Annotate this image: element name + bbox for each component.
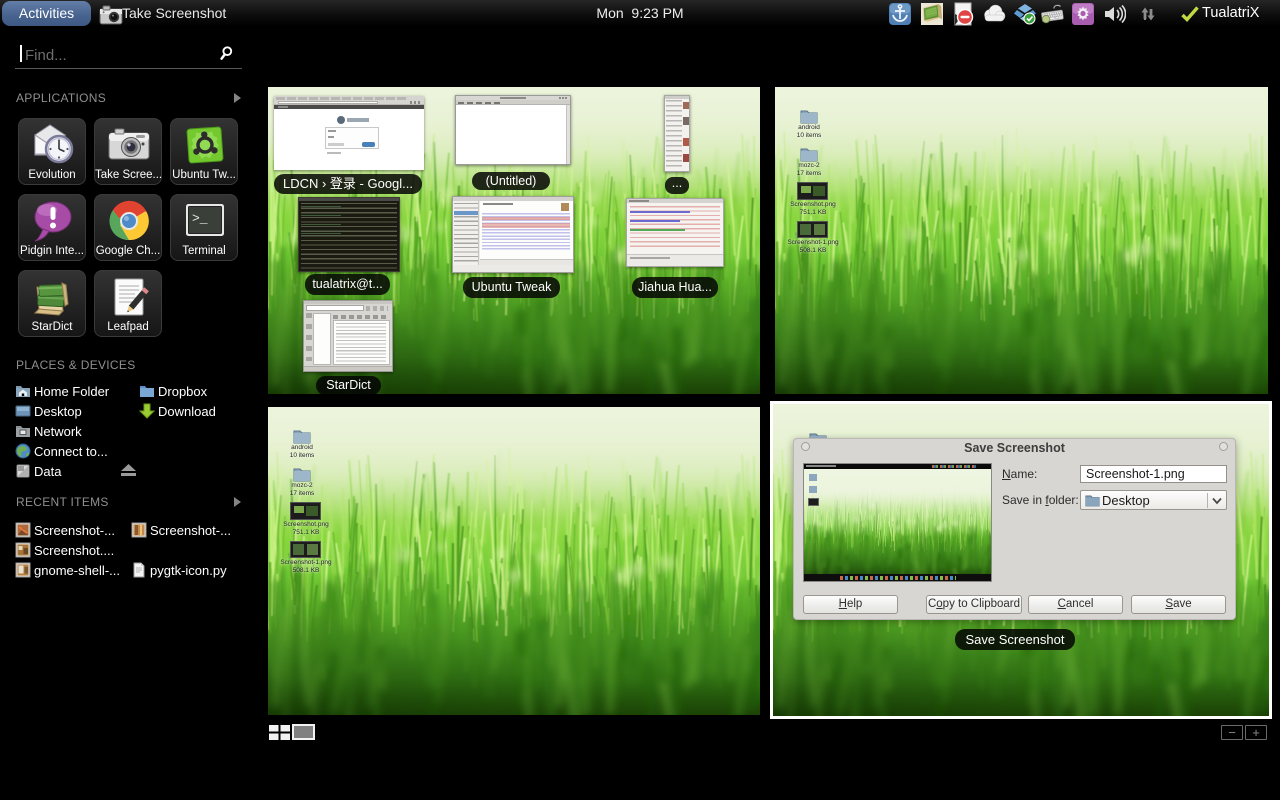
svg-text:>_: >_: [192, 211, 208, 226]
